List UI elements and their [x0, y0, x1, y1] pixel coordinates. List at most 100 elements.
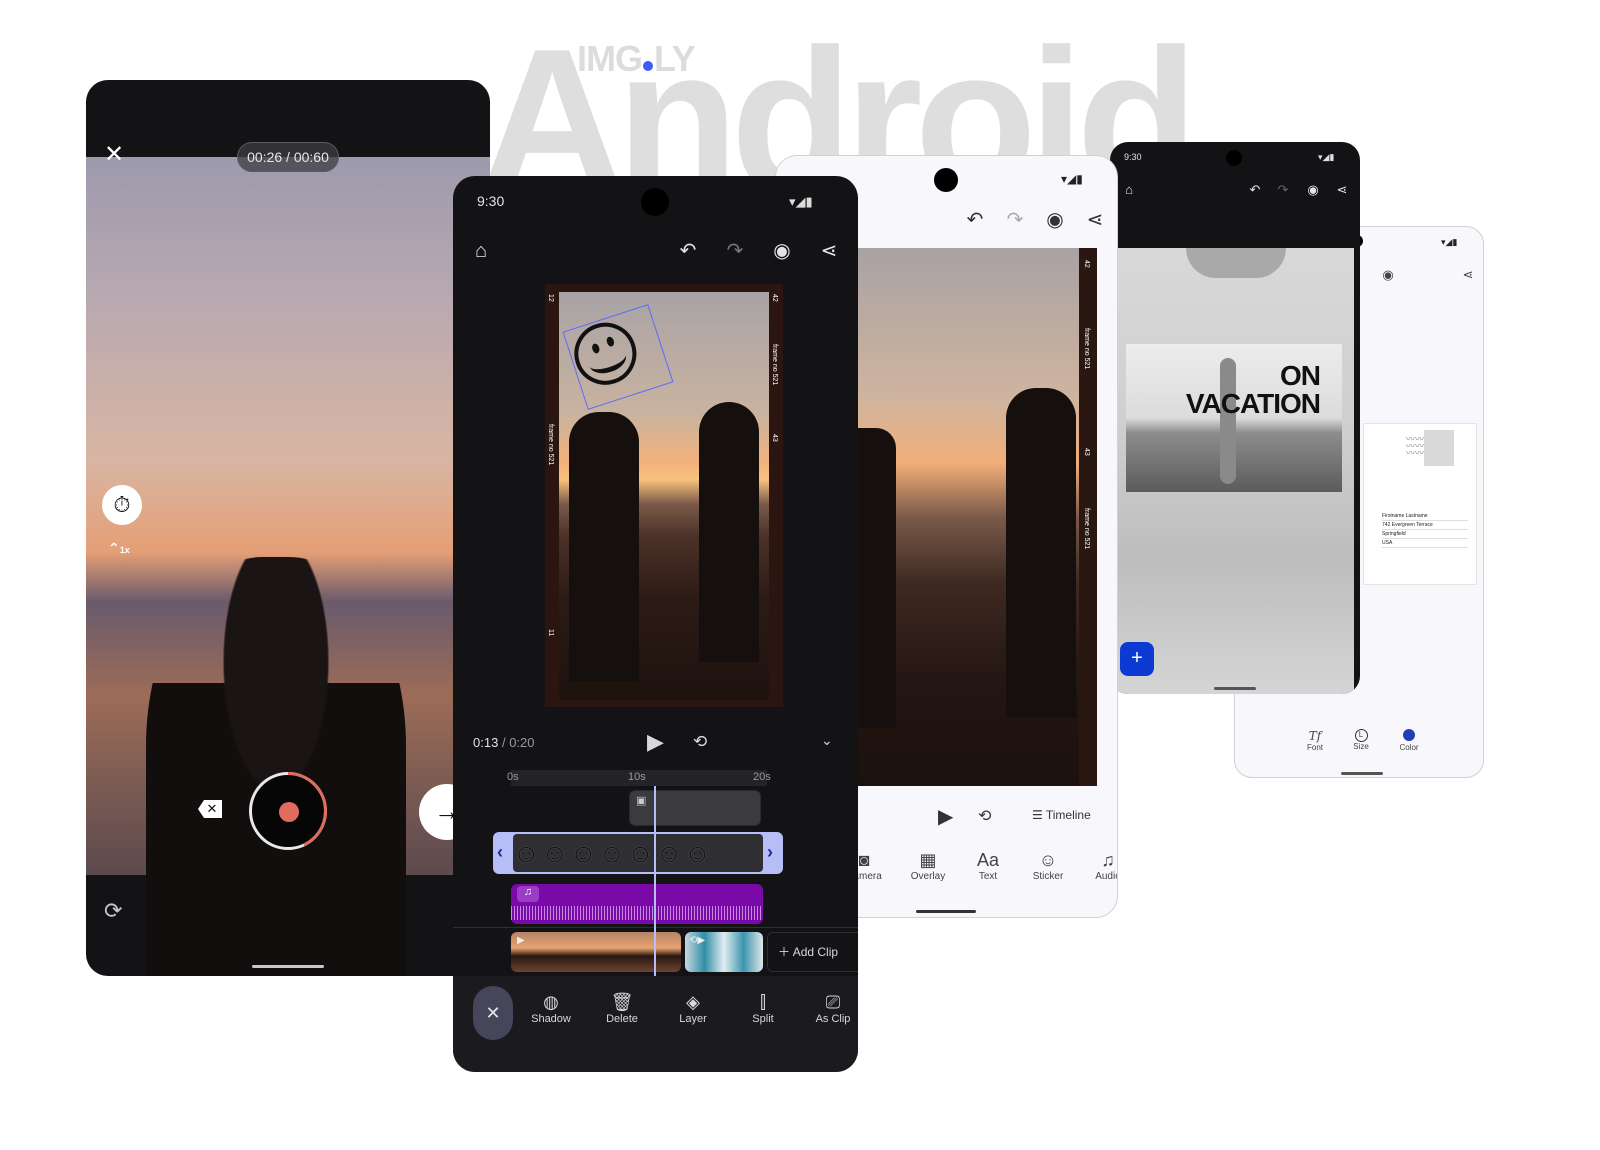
sticker-track-thumbnails: ☺☺☺☺☺☺☺ — [513, 834, 763, 872]
print-design[interactable]: ON VACATION — [1126, 344, 1342, 492]
address-line: Firstname Lastname — [1382, 512, 1468, 521]
playhead[interactable] — [654, 786, 656, 976]
speed-icon: ⌃ — [108, 540, 120, 556]
plus-icon: ＋ — [778, 945, 793, 959]
overlay-track[interactable]: ▣ — [629, 790, 761, 826]
postmark-waves: 〰〰 〰〰 〰〰 — [1406, 434, 1425, 458]
home-icon[interactable]: ⌂ — [1116, 178, 1142, 204]
apparel-editor-phone: 9:30 ▾◢▮ ⌂ ↶ ↷ ◉ ⋖ ON VACATION + — [1110, 142, 1360, 694]
delete-icon: 🗑 — [610, 992, 634, 1012]
loop-icon[interactable]: ⟲ — [693, 732, 707, 752]
share-icon[interactable]: ⋖ — [1082, 208, 1108, 234]
add-clip-button[interactable]: ＋ Add Clip — [767, 932, 858, 972]
play-button[interactable]: ▶ — [938, 804, 953, 829]
tool-layer[interactable]: ◈ Layer — [665, 992, 721, 1025]
tool-color[interactable]: Color — [1391, 729, 1427, 752]
audio-icon: ♫ — [1101, 850, 1115, 870]
tool-size[interactable]: L Size — [1343, 729, 1379, 751]
undo-icon[interactable]: ↶ — [675, 239, 701, 265]
home-indicator — [916, 910, 976, 913]
redo-icon[interactable]: ↷ — [1002, 208, 1028, 234]
film-frame-border: 42 frame no 521 43 frame no 521 — [1079, 248, 1097, 786]
eye-icon[interactable]: ◉ — [1375, 263, 1401, 289]
camera-viewfinder — [86, 157, 490, 976]
tool-delete[interactable]: 🗑 Delete — [594, 992, 650, 1025]
status-icons: ▾◢▮ — [1318, 152, 1335, 162]
home-icon[interactable]: ⌂ — [468, 239, 494, 265]
eye-icon[interactable]: ◉ — [769, 239, 795, 265]
sticker-icon: ☺ — [1038, 850, 1058, 870]
split-icon: ⫿ — [760, 992, 766, 1012]
frame-label: frame no 521 — [771, 344, 778, 386]
timeline-icon: ☰ — [1032, 808, 1046, 822]
tool-label: Shadow — [531, 1013, 571, 1025]
address-line: 742 Evergreen Terrace — [1382, 521, 1468, 530]
print-text-line: ON — [1280, 360, 1321, 391]
record-button[interactable] — [249, 772, 327, 850]
frame-label: frame no 521 — [1083, 328, 1090, 370]
dock-audio[interactable]: ♫ Audio — [1082, 850, 1117, 882]
speed-button[interactable]: ⌃1x — [108, 540, 130, 557]
dock-text[interactable]: Aa Text — [962, 850, 1014, 882]
recording-time: 00:26 / 00:60 — [237, 142, 339, 172]
font-icon: Tf — [1308, 729, 1322, 743]
audio-waveform — [511, 906, 763, 920]
sticker-track-selected[interactable]: ‹ ☺☺☺☺☺☺☺ › — [493, 832, 783, 874]
camera-cutout — [641, 188, 669, 216]
share-icon[interactable]: ⋖ — [1455, 263, 1481, 289]
stamp — [1424, 430, 1454, 466]
dock-label: Text — [978, 871, 998, 882]
tool-font[interactable]: Tf Font — [1297, 729, 1333, 752]
time-separator: / — [501, 735, 506, 750]
silhouette — [569, 412, 639, 682]
trim-handle-left[interactable]: ‹ — [497, 842, 503, 863]
divider — [453, 927, 858, 928]
undo-icon[interactable]: ↶ — [962, 208, 988, 234]
video-clip[interactable]: ⟲▶ — [685, 932, 763, 972]
share-icon[interactable]: ⋖ — [816, 239, 842, 265]
timeline-button[interactable]: ☰ Timeline — [1032, 808, 1091, 822]
player-time: 0:13 / 0:20 — [473, 735, 535, 750]
eye-icon[interactable]: ◉ — [1300, 178, 1326, 204]
redo-icon[interactable]: ↷ — [1270, 178, 1296, 204]
color-swatch — [1403, 729, 1415, 741]
collapse-icon[interactable]: ⌄ — [821, 732, 833, 749]
tool-split[interactable]: ⫿ Split — [735, 992, 791, 1025]
as-clip-icon: ⎚ — [825, 992, 841, 1012]
dock-overlay[interactable]: ▦ Overlay — [902, 850, 954, 882]
dock-label: Sticker — [1032, 871, 1064, 882]
postcard-canvas[interactable]: 〰〰 〰〰 〰〰 Firstname Lastname 742 Evergreen … — [1363, 423, 1477, 585]
frame-label: 43 — [771, 434, 778, 442]
tool-as-clip[interactable]: ⎚ As Clip — [805, 992, 858, 1025]
share-icon[interactable]: ⋖ — [1329, 178, 1355, 204]
tool-label: Font — [1306, 743, 1323, 752]
loop-icon[interactable]: ⟲ — [978, 806, 991, 826]
silhouette — [699, 402, 759, 662]
add-clip-label: Add Clip — [792, 945, 839, 959]
dock-label: Audio — [1095, 871, 1117, 882]
redo-icon[interactable]: ↷ — [722, 239, 748, 265]
play-button[interactable]: ▶ — [647, 729, 664, 755]
close-icon[interactable]: ✕ — [104, 143, 124, 167]
video-canvas[interactable] — [856, 248, 1097, 786]
trim-handle-right[interactable]: › — [767, 842, 773, 863]
tool-shadow[interactable]: ◍ Shadow — [523, 992, 579, 1025]
address-line: USA — [1382, 539, 1468, 548]
video-editor-phone: 9:30 ▾◢▮ ⌂ ↶ ↷ ◉ ⋖ 12 frame no 521 42 fr… — [453, 176, 858, 1072]
camera-cutout — [1226, 150, 1242, 166]
undo-icon[interactable]: ↶ — [1242, 178, 1268, 204]
text-icon: Aa — [976, 850, 1000, 870]
close-icon[interactable]: ✕ — [473, 986, 513, 1040]
current-time: 0:13 — [473, 735, 499, 750]
add-button[interactable]: + — [1120, 642, 1154, 676]
video-clip[interactable]: ▶ — [511, 932, 681, 972]
tool-label: Color — [1399, 743, 1419, 752]
total-time: 0:20 — [509, 735, 535, 750]
dock-sticker[interactable]: ☺ Sticker — [1022, 850, 1074, 882]
eye-icon[interactable]: ◉ — [1042, 208, 1068, 234]
timer-icon[interactable]: ⏱ — [102, 485, 142, 525]
flip-camera-icon[interactable]: ⟳ — [104, 898, 122, 924]
audio-track[interactable]: ♫ — [511, 884, 763, 924]
print-text[interactable]: ON VACATION — [1186, 360, 1321, 418]
tool-label: Size — [1353, 742, 1369, 751]
